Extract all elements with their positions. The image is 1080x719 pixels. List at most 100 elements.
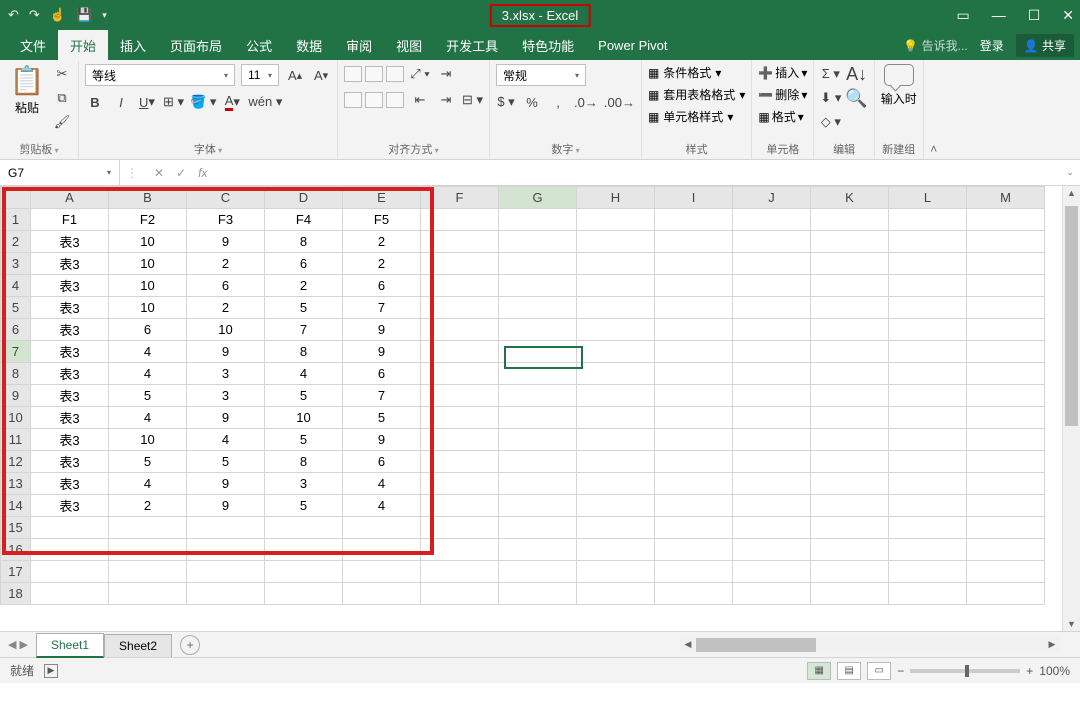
increase-indent-button[interactable]: ⇥ bbox=[436, 90, 456, 110]
row-header-11[interactable]: 11 bbox=[1, 429, 31, 451]
cell-I5[interactable] bbox=[655, 297, 733, 319]
cell-L16[interactable] bbox=[889, 539, 967, 561]
cell-I12[interactable] bbox=[655, 451, 733, 473]
cell-H10[interactable] bbox=[577, 407, 655, 429]
cell-K1[interactable] bbox=[811, 209, 889, 231]
cell-M6[interactable] bbox=[967, 319, 1045, 341]
cell-A12[interactable]: 表3 bbox=[31, 451, 109, 473]
cell-E5[interactable]: 7 bbox=[343, 297, 421, 319]
cell-L6[interactable] bbox=[889, 319, 967, 341]
input-time-button[interactable]: 输入时 bbox=[881, 64, 917, 107]
cell-M7[interactable] bbox=[967, 341, 1045, 363]
cell-B2[interactable]: 10 bbox=[109, 231, 187, 253]
cell-M17[interactable] bbox=[967, 561, 1045, 583]
cell-L15[interactable] bbox=[889, 517, 967, 539]
font-color-button[interactable]: A ▾ bbox=[222, 92, 242, 112]
cell-H6[interactable] bbox=[577, 319, 655, 341]
cell-F1[interactable] bbox=[421, 209, 499, 231]
cell-B16[interactable] bbox=[109, 539, 187, 561]
cell-E18[interactable] bbox=[343, 583, 421, 605]
tab-view[interactable]: 视图 bbox=[384, 30, 434, 61]
cell-C16[interactable] bbox=[187, 539, 265, 561]
cell-M11[interactable] bbox=[967, 429, 1045, 451]
cell-H13[interactable] bbox=[577, 473, 655, 495]
cell-M1[interactable] bbox=[967, 209, 1045, 231]
cell-J1[interactable] bbox=[733, 209, 811, 231]
cell-E8[interactable]: 6 bbox=[343, 363, 421, 385]
select-all-corner[interactable] bbox=[1, 187, 31, 209]
cell-B6[interactable]: 6 bbox=[109, 319, 187, 341]
cell-C15[interactable] bbox=[187, 517, 265, 539]
cell-M14[interactable] bbox=[967, 495, 1045, 517]
cell-L3[interactable] bbox=[889, 253, 967, 275]
login-link[interactable]: 登录 bbox=[980, 37, 1004, 54]
cell-B14[interactable]: 2 bbox=[109, 495, 187, 517]
cell-E6[interactable]: 9 bbox=[343, 319, 421, 341]
cell-J4[interactable] bbox=[733, 275, 811, 297]
share-button[interactable]: 👤 共享 bbox=[1016, 34, 1074, 57]
cell-B13[interactable]: 4 bbox=[109, 473, 187, 495]
cell-A8[interactable]: 表3 bbox=[31, 363, 109, 385]
cell-A3[interactable]: 表3 bbox=[31, 253, 109, 275]
cell-M2[interactable] bbox=[967, 231, 1045, 253]
cell-L8[interactable] bbox=[889, 363, 967, 385]
percent-button[interactable]: % bbox=[522, 92, 542, 112]
cell-M9[interactable] bbox=[967, 385, 1045, 407]
cell-D2[interactable]: 8 bbox=[265, 231, 343, 253]
cell-K18[interactable] bbox=[811, 583, 889, 605]
cell-G17[interactable] bbox=[499, 561, 577, 583]
row-header-13[interactable]: 13 bbox=[1, 473, 31, 495]
cell-F2[interactable] bbox=[421, 231, 499, 253]
cell-D1[interactable]: F4 bbox=[265, 209, 343, 231]
cell-J15[interactable] bbox=[733, 517, 811, 539]
cell-F8[interactable] bbox=[421, 363, 499, 385]
cell-J6[interactable] bbox=[733, 319, 811, 341]
cell-F14[interactable] bbox=[421, 495, 499, 517]
row-header-17[interactable]: 17 bbox=[1, 561, 31, 583]
cell-C10[interactable]: 9 bbox=[187, 407, 265, 429]
cell-H12[interactable] bbox=[577, 451, 655, 473]
cell-J12[interactable] bbox=[733, 451, 811, 473]
find-select-button[interactable]: 🔍 bbox=[845, 88, 867, 108]
row-header-18[interactable]: 18 bbox=[1, 583, 31, 605]
vertical-align-buttons[interactable] bbox=[344, 66, 404, 82]
cell-K6[interactable] bbox=[811, 319, 889, 341]
cell-H7[interactable] bbox=[577, 341, 655, 363]
cell-I10[interactable] bbox=[655, 407, 733, 429]
cell-G5[interactable] bbox=[499, 297, 577, 319]
minimize-icon[interactable]: ― bbox=[992, 7, 1006, 24]
cell-G16[interactable] bbox=[499, 539, 577, 561]
cell-C13[interactable]: 9 bbox=[187, 473, 265, 495]
cell-F10[interactable] bbox=[421, 407, 499, 429]
cell-E16[interactable] bbox=[343, 539, 421, 561]
cell-I15[interactable] bbox=[655, 517, 733, 539]
cell-H4[interactable] bbox=[577, 275, 655, 297]
touch-mode-icon[interactable]: ☝ bbox=[50, 7, 66, 23]
cell-I18[interactable] bbox=[655, 583, 733, 605]
page-layout-view-button[interactable]: ▤ bbox=[837, 662, 861, 680]
cell-K10[interactable] bbox=[811, 407, 889, 429]
tab-power-pivot[interactable]: Power Pivot bbox=[586, 32, 679, 59]
paste-button[interactable]: 📋 粘贴 bbox=[6, 64, 48, 116]
cell-A4[interactable]: 表3 bbox=[31, 275, 109, 297]
cell-G7[interactable] bbox=[499, 341, 577, 363]
cell-D6[interactable]: 7 bbox=[265, 319, 343, 341]
cell-A10[interactable]: 表3 bbox=[31, 407, 109, 429]
decrease-indent-button[interactable]: ⇤ bbox=[410, 90, 430, 110]
cell-M3[interactable] bbox=[967, 253, 1045, 275]
cell-I6[interactable] bbox=[655, 319, 733, 341]
cell-K13[interactable] bbox=[811, 473, 889, 495]
cell-G3[interactable] bbox=[499, 253, 577, 275]
cell-E17[interactable] bbox=[343, 561, 421, 583]
cell-E9[interactable]: 7 bbox=[343, 385, 421, 407]
row-header-10[interactable]: 10 bbox=[1, 407, 31, 429]
cell-F15[interactable] bbox=[421, 517, 499, 539]
column-header-H[interactable]: H bbox=[577, 187, 655, 209]
cell-K15[interactable] bbox=[811, 517, 889, 539]
cell-K4[interactable] bbox=[811, 275, 889, 297]
conditional-format-button[interactable]: ▦条件格式 ▾ bbox=[648, 64, 721, 81]
tab-data[interactable]: 数据 bbox=[284, 30, 334, 61]
sheet-tab-2[interactable]: Sheet2 bbox=[104, 634, 172, 657]
cell-D17[interactable] bbox=[265, 561, 343, 583]
spreadsheet-grid[interactable]: ABCDEFGHIJKLM1F1F2F3F4F52表3109823表310262… bbox=[0, 186, 1080, 631]
